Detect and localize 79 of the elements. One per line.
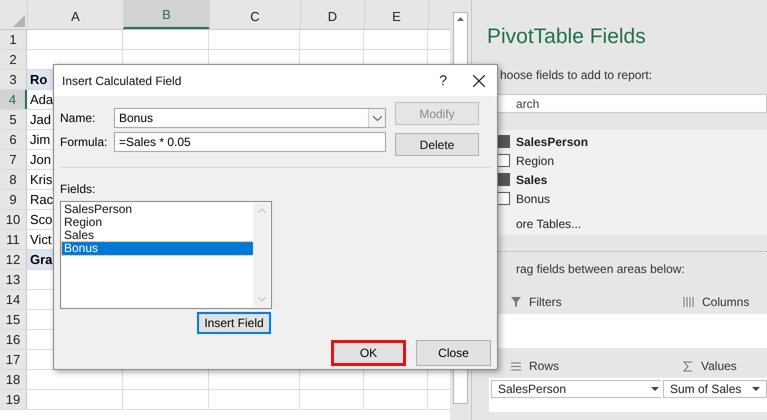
row-header[interactable]: 6 bbox=[0, 130, 27, 149]
row-header[interactable]: 16 bbox=[0, 330, 27, 349]
row-header[interactable]: 1 bbox=[0, 30, 27, 49]
field-label[interactable]: Sales bbox=[516, 170, 548, 188]
delete-button[interactable]: Delete bbox=[395, 133, 479, 156]
table-cell-text: Jad bbox=[30, 110, 51, 129]
checkbox[interactable] bbox=[497, 192, 510, 205]
row-header[interactable]: 3 bbox=[0, 70, 27, 89]
column-header[interactable]: B bbox=[123, 0, 209, 29]
row-header[interactable]: 9 bbox=[0, 190, 27, 209]
row-header[interactable]: 2 bbox=[0, 50, 27, 69]
field-list-item[interactable]: SalesPerson bbox=[62, 203, 253, 216]
instruction-text: hoose fields to add to report: bbox=[500, 67, 654, 84]
panel-title: PivotTable Fields bbox=[487, 24, 647, 50]
row-header[interactable]: 5 bbox=[0, 110, 27, 129]
row-header[interactable]: 19 bbox=[0, 390, 27, 409]
field-list-item[interactable]: Bonus bbox=[62, 242, 253, 255]
field-list-item[interactable]: Region bbox=[62, 216, 253, 229]
area-label: Columns bbox=[702, 294, 750, 311]
column-header[interactable]: D bbox=[300, 0, 364, 29]
name-combobox[interactable]: Bonus bbox=[114, 108, 386, 128]
rows-icon bbox=[511, 362, 521, 370]
formula-label: Formula: bbox=[60, 134, 108, 151]
checkbox[interactable] bbox=[497, 135, 510, 148]
formula-field[interactable]: =Sales * 0.05 bbox=[114, 132, 386, 152]
close-icon[interactable] bbox=[473, 74, 485, 86]
column-header[interactable]: C bbox=[209, 0, 300, 29]
chevron-down-icon[interactable] bbox=[372, 116, 382, 120]
checkbox[interactable] bbox=[497, 154, 510, 167]
fields-label: Fields: bbox=[60, 181, 96, 198]
down-chevron-icon[interactable] bbox=[258, 297, 266, 302]
up-chevron-icon[interactable] bbox=[258, 208, 266, 213]
area-field-dropdown[interactable]: Sum of Sales bbox=[663, 380, 767, 398]
row-header[interactable]: 18 bbox=[0, 370, 27, 389]
select-all-icon[interactable] bbox=[13, 15, 25, 27]
drag-hint-text: rag fields between areas below: bbox=[516, 261, 686, 278]
help-button[interactable]: ? bbox=[439, 70, 447, 91]
area-label: Values bbox=[701, 358, 737, 375]
drop-area[interactable]: Sum of Sales bbox=[661, 378, 767, 412]
ok-button[interactable]: OK bbox=[331, 340, 406, 366]
field-label[interactable]: Region bbox=[516, 152, 554, 170]
dropdown-caret-icon[interactable] bbox=[752, 387, 760, 391]
row-header[interactable]: 8 bbox=[0, 170, 27, 189]
row-header[interactable]: 13 bbox=[0, 270, 27, 289]
insert-field-button[interactable]: Insert Field bbox=[197, 312, 271, 334]
table-cell-text: Vict bbox=[30, 230, 52, 249]
table-cell-text: Sco bbox=[30, 210, 52, 229]
table-cell-text: Ro bbox=[30, 70, 48, 89]
table-cell-text: Rac bbox=[30, 190, 54, 209]
dialog-title: Insert Calculated Field bbox=[62, 72, 182, 90]
field-list-item[interactable]: Sales bbox=[62, 229, 253, 242]
table-cell-text: Kris bbox=[30, 170, 52, 189]
table-cell-text: Ada bbox=[30, 90, 54, 109]
row-header[interactable]: 4 bbox=[0, 90, 27, 109]
row-header[interactable]: 7 bbox=[0, 150, 27, 169]
more-tables-link[interactable]: ore Tables... bbox=[516, 215, 767, 233]
up-arrow-icon[interactable] bbox=[457, 17, 464, 21]
close-button[interactable]: Close bbox=[416, 340, 491, 366]
area-label: Rows bbox=[529, 358, 560, 375]
funnel-icon bbox=[511, 297, 521, 307]
columns-icon bbox=[683, 297, 694, 307]
row-header[interactable]: 17 bbox=[0, 350, 27, 369]
sigma-icon bbox=[683, 360, 693, 372]
row-header[interactable]: 10 bbox=[0, 210, 27, 229]
checkbox[interactable] bbox=[497, 173, 510, 186]
row-header[interactable]: 11 bbox=[0, 230, 27, 249]
table-cell-text: Jon bbox=[30, 150, 51, 169]
list-scrollbar[interactable] bbox=[253, 203, 270, 307]
field-label[interactable]: Bonus bbox=[516, 190, 550, 208]
column-header[interactable]: E bbox=[364, 0, 428, 29]
row-header[interactable]: 15 bbox=[0, 310, 27, 329]
row-header[interactable]: 14 bbox=[0, 290, 27, 309]
name-label: Name: bbox=[60, 110, 96, 127]
table-cell-text: Jim bbox=[30, 130, 50, 149]
area-label: Filters bbox=[529, 294, 562, 311]
row-header[interactable]: 12 bbox=[0, 250, 27, 269]
field-label[interactable]: SalesPerson bbox=[516, 132, 588, 150]
dropdown-caret-icon[interactable] bbox=[651, 387, 659, 391]
table-cell-text: Gra bbox=[30, 250, 52, 269]
